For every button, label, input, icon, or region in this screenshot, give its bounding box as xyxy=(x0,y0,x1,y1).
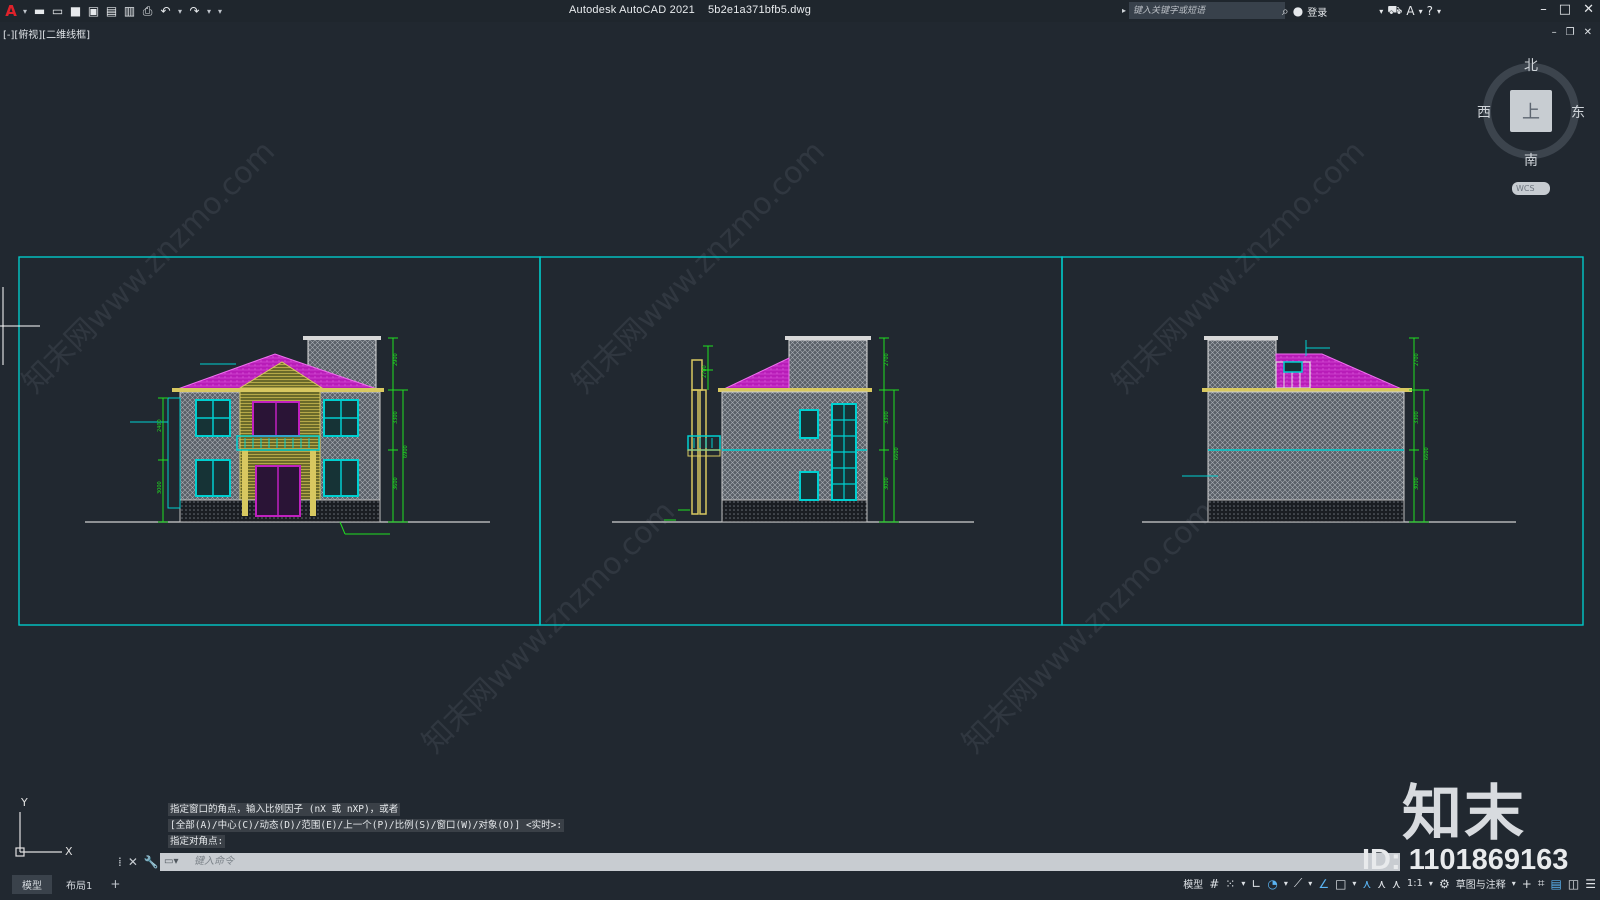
viewcube-west[interactable]: 西 xyxy=(1477,102,1491,122)
grid-icon[interactable]: # xyxy=(1209,877,1219,891)
customize-statusbar-icon[interactable]: ☰ xyxy=(1585,877,1596,891)
isodraft-dropdown-icon[interactable]: ▾ xyxy=(1308,879,1312,888)
brand-id: ID: 1101869163 xyxy=(1362,844,1569,876)
snap-icon[interactable]: ⁙ xyxy=(1225,877,1235,891)
rear-elevation: 2700 3300 6600 3000 xyxy=(1142,336,1516,523)
object-snap-tracking-icon[interactable]: ∠ xyxy=(1318,877,1329,891)
command-history-line: [全部(A)/中心(C)/动态(D)/范围(E)/上一个(P)/比例(S)/窗口… xyxy=(168,819,565,832)
dim-label: 6900 xyxy=(403,445,409,458)
polar-icon[interactable]: ◔ xyxy=(1267,877,1277,891)
workspace-dropdown-icon[interactable]: ▾ xyxy=(1512,879,1516,888)
close-command-line-icon[interactable]: ✕ xyxy=(128,855,138,869)
ortho-icon[interactable]: ∟ xyxy=(1251,877,1261,891)
dim-label: 2700 xyxy=(702,365,708,378)
wcs-label: WCS xyxy=(1516,184,1535,193)
wcs-menu[interactable]: WCS xyxy=(1512,182,1550,195)
tab-layout1[interactable]: 布局1 xyxy=(56,875,102,894)
isodraft-icon[interactable]: ⟋ xyxy=(1294,876,1302,891)
units-icon[interactable]: ⌗ xyxy=(1538,876,1545,891)
status-bar: 模型 # ⁙ ▾ ∟ ◔ ▾ ⟋ ▾ ∠ □ ▾ ⋏ ⋏ ⋏ 1:1 ▾ ⚙ 草… xyxy=(1183,876,1596,891)
dim-label: 2400 xyxy=(157,419,163,432)
workspace-label[interactable]: 草图与注释 xyxy=(1456,876,1506,891)
dim-label: 3300 xyxy=(393,411,399,424)
command-history: 指定窗口的角点，输入比例因子 (nX 或 nXP)，或者 [全部(A)/中心(C… xyxy=(168,802,565,850)
annotation-scale-icon[interactable]: ⋏ xyxy=(1392,877,1401,891)
isolate-objects-icon[interactable]: ◫ xyxy=(1568,877,1579,891)
dim-label: 3300 xyxy=(1414,411,1420,424)
annotation-scale-value[interactable]: 1:1 xyxy=(1407,878,1423,889)
dim-label: 6600 xyxy=(1424,447,1430,460)
viewcube-east[interactable]: 东 xyxy=(1571,102,1585,122)
dim-label: 3000 xyxy=(884,477,890,490)
layout-tabs: 模型 布局1 + xyxy=(0,874,124,894)
cursor-crosshair xyxy=(0,287,40,365)
add-layout-icon[interactable]: + xyxy=(106,877,124,891)
command-line-tools: ⁞ ✕ 🔧 xyxy=(118,855,159,869)
scale-dropdown-icon[interactable]: ▾ xyxy=(1429,879,1433,888)
annotation-visibility-icon[interactable]: ⋏ xyxy=(1362,877,1371,891)
recent-commands-icon[interactable]: ▭▾ xyxy=(164,856,184,868)
side-elevation: 2700 3300 6600 3000 2700 xyxy=(612,336,974,523)
viewcube-north[interactable]: 北 xyxy=(1524,55,1538,75)
grip-handle-icon[interactable]: ⁞ xyxy=(118,855,122,869)
auto-scale-icon[interactable]: ⋏ xyxy=(1377,877,1386,891)
dim-label: 6600 xyxy=(894,447,900,460)
polar-dropdown-icon[interactable]: ▾ xyxy=(1284,879,1288,888)
front-elevation: 2900 3300 3600 6900 2400 3000 xyxy=(85,336,490,535)
brand-watermark: 知末 xyxy=(1402,779,1526,849)
command-input[interactable] xyxy=(194,854,794,869)
dim-label: 2700 xyxy=(1414,353,1420,366)
viewcube-top-face[interactable]: 上 xyxy=(1510,90,1552,132)
command-history-line: 指定窗口的角点，输入比例因子 (nX 或 nXP)，或者 xyxy=(168,803,401,816)
customize-icon[interactable]: 🔧 xyxy=(144,855,159,869)
annotation-monitor-icon[interactable]: + xyxy=(1522,877,1532,891)
dim-label: 3000 xyxy=(157,481,163,494)
model-space-button[interactable]: 模型 xyxy=(1183,876,1203,891)
dim-label: 3000 xyxy=(1414,477,1420,490)
command-history-line: 指定对角点: xyxy=(168,835,226,848)
object-snap-icon[interactable]: □ xyxy=(1335,877,1346,891)
object-snap-dropdown-icon[interactable]: ▾ xyxy=(1352,879,1356,888)
dim-label: 2700 xyxy=(884,353,890,366)
tab-model[interactable]: 模型 xyxy=(12,874,52,894)
dim-label: 3300 xyxy=(884,411,890,424)
drawing-canvas[interactable]: 2900 3300 3600 6900 2400 3000 2700 3300 … xyxy=(0,0,1600,900)
dim-label: 3600 xyxy=(393,477,399,490)
dim-label: 2900 xyxy=(393,353,399,366)
viewcube-south[interactable]: 南 xyxy=(1524,150,1538,170)
ucs-icon xyxy=(15,812,62,857)
quick-properties-icon[interactable]: ▤ xyxy=(1551,877,1562,891)
ucs-x-label: X xyxy=(65,845,73,858)
ucs-y-label: Y xyxy=(21,796,28,809)
workspace-gear-icon[interactable]: ⚙ xyxy=(1439,877,1450,891)
command-line: ▭▾ xyxy=(160,853,1400,871)
snap-dropdown-icon[interactable]: ▾ xyxy=(1241,879,1245,888)
